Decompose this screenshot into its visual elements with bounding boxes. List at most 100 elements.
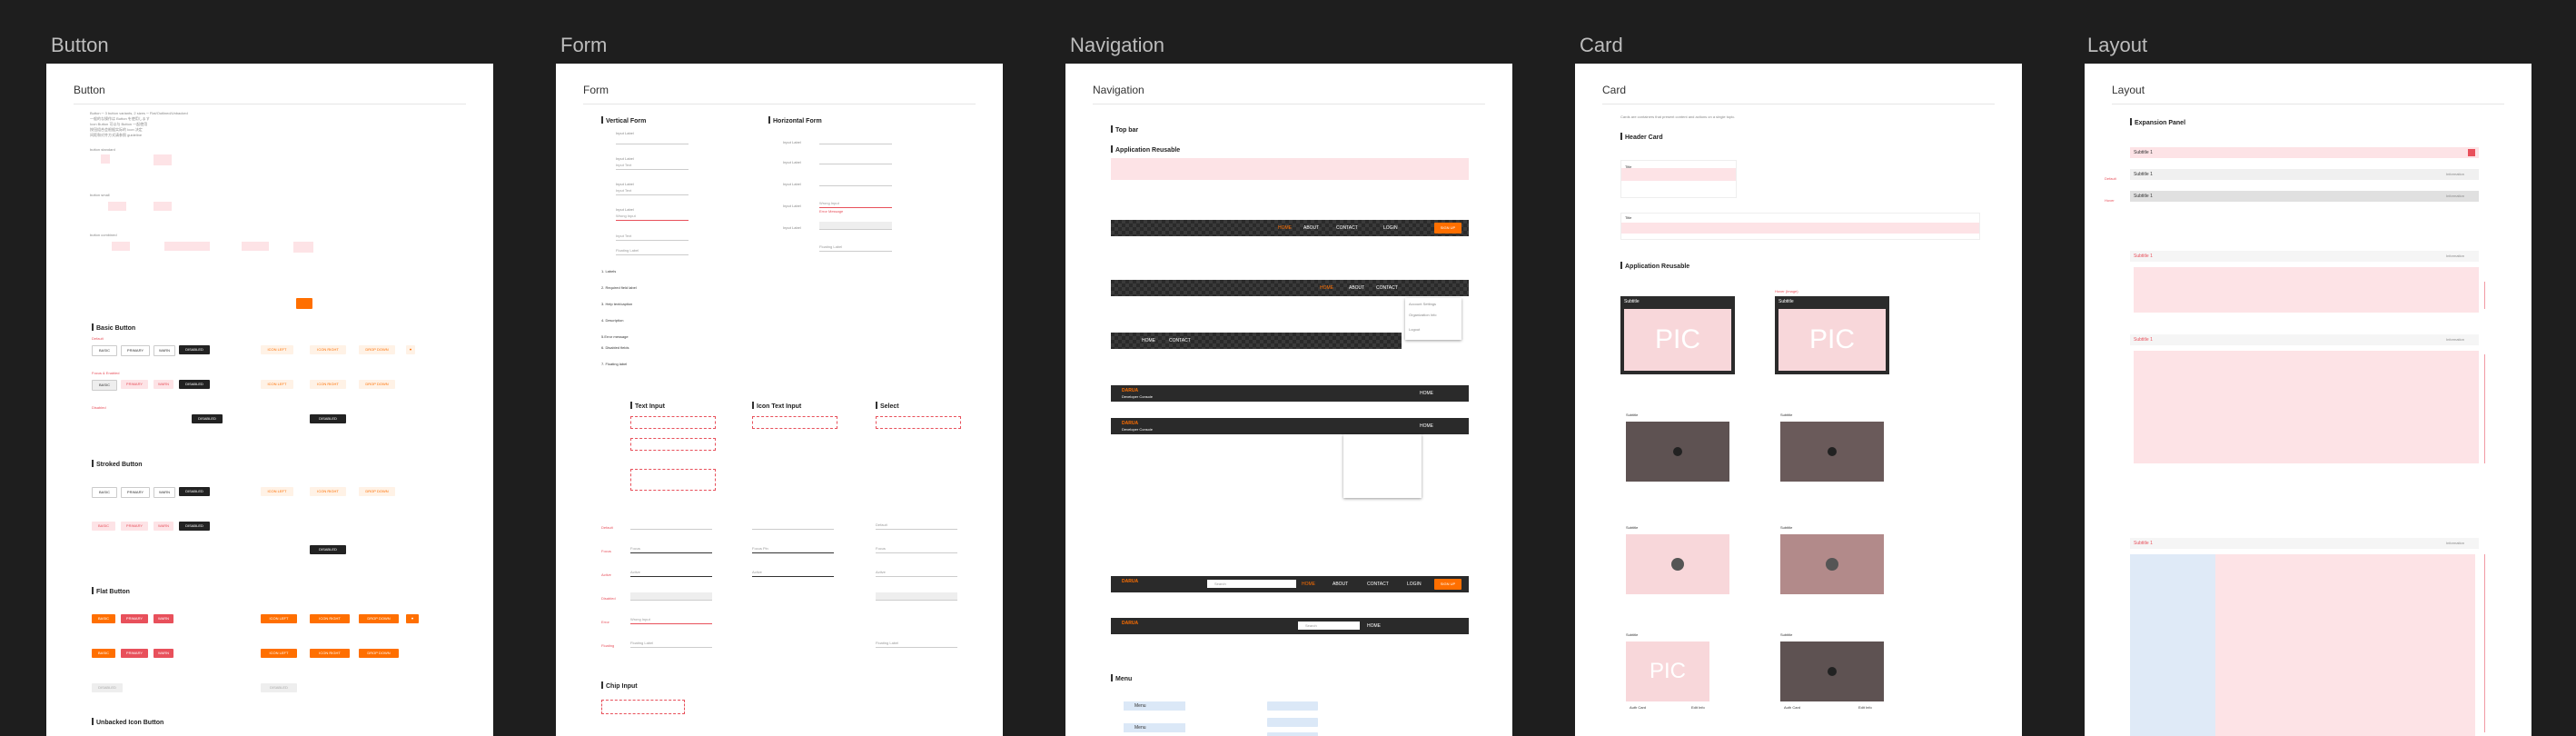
select-disabled[interactable] bbox=[876, 592, 957, 601]
nav-item-login[interactable]: LOGIN bbox=[1407, 582, 1422, 587]
app-bar-search[interactable]: DARUA Search HOME bbox=[1111, 618, 1469, 634]
disabled-button[interactable]: DISABLED bbox=[179, 522, 210, 531]
play-icon[interactable] bbox=[1671, 558, 1684, 571]
media-card[interactable]: Subtitle PIC bbox=[1620, 296, 1735, 374]
drop-down-button[interactable]: DROP DOWN bbox=[359, 649, 399, 658]
text-input-disabled[interactable] bbox=[630, 592, 712, 601]
search-input[interactable]: Search bbox=[1298, 622, 1360, 630]
icon-right-button[interactable]: ICON RIGHT bbox=[310, 614, 350, 623]
text-field[interactable] bbox=[819, 222, 892, 230]
drop-down-button[interactable]: DROP DOWN bbox=[359, 487, 395, 496]
form-artboard[interactable]: Form Vertical Form Horizontal Form Input… bbox=[556, 64, 1003, 736]
text-field[interactable]: Wrong Input bbox=[819, 200, 892, 208]
header-card[interactable]: Title bbox=[1620, 160, 1737, 198]
expansion-panel-header[interactable]: Subtitle 1 Information bbox=[2130, 169, 2479, 180]
disabled-button[interactable]: DISABLED bbox=[310, 414, 346, 423]
nav-item-home[interactable]: HOME bbox=[1142, 338, 1155, 343]
menu-item[interactable] bbox=[1267, 701, 1318, 711]
primary-button[interactable]: PRIMARY bbox=[121, 380, 148, 389]
text-field[interactable] bbox=[616, 136, 689, 144]
drop-down-button[interactable]: DROP DOWN bbox=[359, 380, 395, 389]
nav-item-home[interactable]: HOME bbox=[1320, 285, 1333, 291]
disabled-button[interactable]: DISABLED bbox=[179, 380, 210, 389]
top-bar[interactable]: HOME CONTACT bbox=[1111, 333, 1402, 349]
top-bar[interactable]: HOME ABOUT CONTACT bbox=[1111, 280, 1469, 296]
warn-button[interactable]: WARN bbox=[154, 487, 175, 498]
nav-item-login[interactable]: LOGIN bbox=[1383, 225, 1398, 231]
basic-button[interactable]: BASIC bbox=[92, 487, 117, 498]
select-floating[interactable]: Floating Label bbox=[876, 640, 957, 648]
text-field[interactable]: Input Text bbox=[616, 187, 689, 195]
nav-item-about[interactable]: ABOUT bbox=[1333, 582, 1348, 587]
menu-item[interactable]: Menu bbox=[1124, 723, 1185, 732]
nav-item-contact[interactable]: CONTACT bbox=[1367, 582, 1389, 587]
card-artboard[interactable]: Card Cards are containers that present c… bbox=[1575, 64, 2022, 736]
disabled-button[interactable]: DISABLED bbox=[92, 683, 123, 692]
text-field[interactable]: Floating Label bbox=[819, 244, 892, 252]
nav-item-contact[interactable]: CONTACT bbox=[1169, 338, 1191, 343]
basic-button[interactable]: BASIC bbox=[92, 345, 117, 356]
nav-item-contact[interactable]: CONTACT bbox=[1336, 225, 1358, 231]
nav-item-about[interactable]: ABOUT bbox=[1349, 285, 1364, 291]
expansion-panel-header[interactable]: Subtitle 1 bbox=[2130, 147, 2479, 158]
top-bar[interactable]: HOME ABOUT CONTACT LOGIN SIGN UP bbox=[1111, 220, 1469, 236]
header-card[interactable]: Title bbox=[1620, 213, 1980, 240]
select-active[interactable]: Active bbox=[876, 569, 957, 577]
disabled-button[interactable]: DISABLED bbox=[179, 345, 210, 354]
menu-item[interactable] bbox=[1267, 718, 1318, 727]
layout-artboard[interactable]: Layout Expansion Panel Subtitle 1 Defaul… bbox=[2085, 64, 2531, 736]
video-card[interactable] bbox=[1780, 642, 1884, 701]
icon-input-default[interactable] bbox=[752, 522, 834, 530]
dropdown-item[interactable]: Account Settings bbox=[1409, 302, 1436, 306]
icon-right-button[interactable]: ICON RIGHT bbox=[310, 345, 346, 354]
disabled-button[interactable]: DISABLED bbox=[192, 414, 223, 423]
media-card[interactable]: Subtitle PIC bbox=[1775, 296, 1889, 374]
video-card[interactable] bbox=[1626, 422, 1729, 482]
sample-orange-button[interactable] bbox=[296, 298, 312, 309]
heart-icon[interactable]: ♥ bbox=[406, 614, 419, 623]
menu-item[interactable] bbox=[1267, 732, 1318, 736]
nav-item-home[interactable]: HOME bbox=[1278, 225, 1292, 231]
icon-right-button[interactable]: ICON RIGHT bbox=[310, 649, 350, 658]
app-bar[interactable]: DARUA Developer Console HOME bbox=[1111, 385, 1469, 402]
dropdown-item[interactable]: Logout bbox=[1409, 327, 1420, 332]
navigation-artboard[interactable]: Navigation Top bar Application Reusable … bbox=[1065, 64, 1512, 736]
eye-icon[interactable] bbox=[1828, 447, 1837, 456]
warn-button[interactable]: WARN bbox=[154, 649, 173, 658]
warn-button[interactable]: WARN bbox=[154, 614, 173, 623]
text-input-active[interactable]: Active bbox=[630, 569, 712, 577]
warn-button[interactable]: WARN bbox=[154, 522, 173, 531]
select-default[interactable]: Default bbox=[876, 522, 957, 530]
disabled-button[interactable]: DISABLED bbox=[310, 545, 346, 554]
text-field[interactable]: Input Text bbox=[616, 162, 689, 170]
text-input-focus[interactable]: Focus bbox=[630, 545, 712, 553]
dropdown-menu[interactable]: Account Settings Organization Info Logou… bbox=[1405, 298, 1461, 340]
text-input-floating[interactable]: Floating Label bbox=[630, 640, 712, 648]
primary-button[interactable]: PRIMARY bbox=[121, 487, 150, 498]
video-card[interactable] bbox=[1780, 534, 1884, 594]
expansion-panel-header[interactable]: Subtitle 1 Information bbox=[2130, 334, 2479, 345]
play-icon[interactable] bbox=[1826, 558, 1838, 571]
video-card[interactable] bbox=[1780, 422, 1884, 482]
basic-button[interactable]: BASIC bbox=[92, 380, 117, 391]
icon-right-button[interactable]: ICON RIGHT bbox=[310, 380, 346, 389]
search-input[interactable]: Search bbox=[1207, 580, 1296, 588]
text-field[interactable]: Input Text bbox=[616, 233, 689, 241]
app-bar[interactable]: DARUA Developer Console HOME bbox=[1111, 418, 1469, 434]
text-field[interactable]: Wrong Input bbox=[616, 213, 689, 221]
icon-right-button[interactable]: ICON RIGHT bbox=[310, 487, 346, 496]
primary-button[interactable]: PRIMARY bbox=[121, 345, 150, 356]
menu-item[interactable]: Menu bbox=[1124, 701, 1185, 711]
button-artboard[interactable]: Button Button ─ 3 button variants, 2 siz… bbox=[46, 64, 493, 736]
icon-left-button[interactable]: ICON LEFT bbox=[261, 345, 293, 354]
text-input-error[interactable]: Wrong Input bbox=[630, 616, 712, 624]
sign-up-button[interactable]: SIGN UP bbox=[1434, 579, 1461, 590]
expansion-panel-header[interactable]: Subtitle 1 Information bbox=[2130, 538, 2479, 549]
nav-item-home[interactable]: HOME bbox=[1302, 582, 1315, 587]
disabled-button[interactable]: DISABLED bbox=[261, 683, 297, 692]
icon-left-button[interactable]: ICON LEFT bbox=[261, 380, 293, 389]
drop-down-button[interactable]: DROP DOWN bbox=[359, 614, 399, 623]
drop-down-button[interactable]: DROP DOWN bbox=[359, 345, 395, 354]
text-field[interactable] bbox=[819, 136, 892, 144]
dropdown-item[interactable]: Organization Info bbox=[1409, 313, 1436, 317]
